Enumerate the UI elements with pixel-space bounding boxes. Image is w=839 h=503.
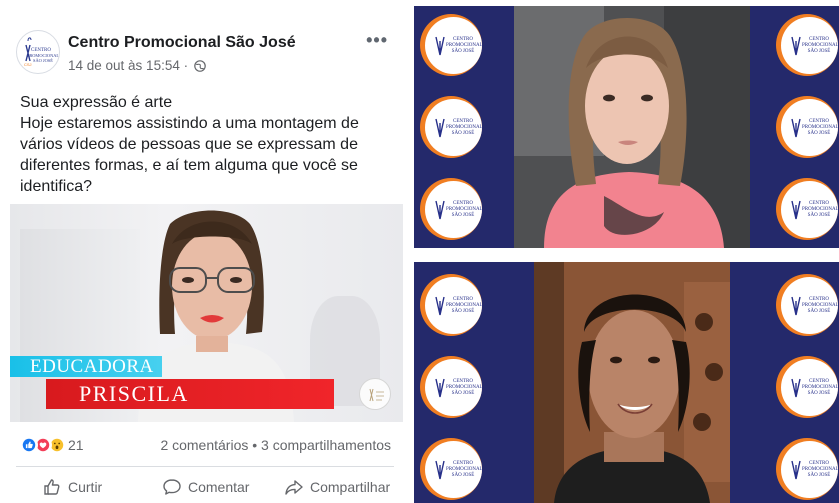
- like-label: Curtir: [68, 479, 103, 495]
- logo-text: CENTRO PROMOCIONAL SÃO JOSÉ: [446, 119, 483, 136]
- share-button[interactable]: Compartilhar: [284, 474, 390, 500]
- svg-text:SÃO JOSÉ: SÃO JOSÉ: [33, 58, 53, 63]
- logo-mark-icon: [791, 36, 801, 56]
- logo-badge: CENTRO PROMOCIONAL SÃO JOSÉ: [776, 178, 839, 240]
- logo-badge: CENTRO PROMOCIONAL SÃO JOSÉ: [776, 356, 839, 418]
- logo-mark-icon: [435, 36, 445, 56]
- post-text-paragraph: Hoje estaremos assistindo a uma montagem…: [20, 115, 359, 195]
- logo-mark-icon: [435, 378, 445, 398]
- timestamp-text: 14 de out às 15:54 ·: [68, 58, 189, 73]
- logo-badge: CENTRO PROMOCIONAL SÃO JOSÉ: [420, 14, 483, 76]
- logo-text: CENTRO PROMOCIONAL SÃO JOSÉ: [802, 461, 839, 478]
- comment-icon: [163, 479, 181, 495]
- logo-mark-icon: [435, 296, 445, 316]
- share-arrow-icon: [285, 480, 303, 495]
- svg-text:CSJ: CSJ: [24, 62, 32, 67]
- logo-text: CENTRO PROMOCIONAL SÃO JOSÉ: [446, 297, 483, 314]
- logo-mark-icon: [791, 460, 801, 480]
- logo-mark-icon: [791, 378, 801, 398]
- post-video[interactable]: EDUCADORA PRISCILA: [10, 204, 403, 422]
- logo-badge: CENTRO PROMOCIONAL SÃO JOSÉ: [776, 438, 839, 500]
- like-icon: [20, 436, 38, 454]
- logo-mark-icon: [435, 460, 445, 480]
- post-text-line: Sua expressão é arte: [20, 94, 173, 111]
- logo-text: CENTRO PROMOCIONAL SÃO JOSÉ: [802, 37, 839, 54]
- logo-mark-icon: [791, 200, 801, 220]
- logo-badge: CENTRO PROMOCIONAL SÃO JOSÉ: [420, 178, 483, 240]
- more-options-icon[interactable]: •••: [366, 30, 388, 51]
- post-timestamp[interactable]: 14 de out às 15:54 ·: [68, 58, 206, 73]
- logo-mark-icon: [435, 118, 445, 138]
- video-clip-top[interactable]: CENTRO PROMOCIONAL SÃO JOSÉ CENTRO PROMOCIO…: [414, 6, 839, 248]
- thumbs-up-icon: [44, 479, 60, 495]
- action-divider: [16, 466, 394, 467]
- logo-badge: CENTRO PROMOCIONAL SÃO JOSÉ: [776, 14, 839, 76]
- lower-third-name-band: PRISCILA: [46, 379, 334, 409]
- logo-badge: CENTRO PROMOCIONAL SÃO JOSÉ: [420, 274, 483, 336]
- logo-text: CENTRO PROMOCIONAL SÃO JOSÉ: [446, 379, 483, 396]
- globe-icon: [194, 60, 206, 72]
- logo-mark-icon: [791, 118, 801, 138]
- post-actions-bar: Curtir Comentar Compartilhar: [0, 470, 405, 503]
- logo-text: CENTRO PROMOCIONAL SÃO JOSÉ: [802, 201, 839, 218]
- logo-text: CENTRO PROMOCIONAL SÃO JOSÉ: [446, 201, 483, 218]
- clip-bottom-scene: [534, 262, 730, 503]
- lower-third-title: EDUCADORA: [30, 356, 154, 377]
- logo-badge: CENTRO PROMOCIONAL SÃO JOSÉ: [420, 356, 483, 418]
- video-clip-bottom[interactable]: CENTRO PROMOCIONAL SÃO JOSÉ CENTRO PROMOCIO…: [414, 262, 839, 503]
- logo-text: CENTRO PROMOCIONAL SÃO JOSÉ: [446, 461, 483, 478]
- logo-mark-icon: [435, 200, 445, 220]
- comment-button[interactable]: Comentar: [162, 474, 249, 500]
- logo-text: CENTRO PROMOCIONAL SÃO JOSÉ: [802, 297, 839, 314]
- watermark-icon: [369, 388, 384, 402]
- clip-bottom-person: [534, 262, 730, 503]
- reaction-count: 21: [68, 437, 84, 453]
- post-body: Sua expressão é arte Hoje estaremos assi…: [20, 92, 395, 197]
- page-avatar[interactable]: CENTRO PROMOCIONAL SÃO JOSÉ CSJ: [16, 30, 60, 74]
- lower-third-title-band: EDUCADORA: [10, 356, 162, 377]
- video-watermark-logo: [359, 378, 391, 410]
- logo-badge: CENTRO PROMOCIONAL SÃO JOSÉ: [420, 96, 483, 158]
- facebook-post: CENTRO PROMOCIONAL SÃO JOSÉ CSJ Centro P…: [0, 0, 405, 503]
- page-name[interactable]: Centro Promocional São José: [68, 34, 296, 52]
- logo-badge: CENTRO PROMOCIONAL SÃO JOSÉ: [420, 438, 483, 500]
- page-logo-icon: CENTRO PROMOCIONAL SÃO JOSÉ CSJ: [24, 37, 59, 67]
- comments-shares-summary[interactable]: 2 comentários • 3 compartilhamentos: [160, 437, 391, 453]
- logo-badge: CENTRO PROMOCIONAL SÃO JOSÉ: [776, 274, 839, 336]
- logo-text: CENTRO PROMOCIONAL SÃO JOSÉ: [802, 119, 839, 136]
- logo-text: CENTRO PROMOCIONAL SÃO JOSÉ: [446, 37, 483, 54]
- logo-badge: CENTRO PROMOCIONAL SÃO JOSÉ: [776, 96, 839, 158]
- clip-top-person: [514, 6, 750, 248]
- logo-mark-icon: [791, 296, 801, 316]
- like-button[interactable]: Curtir: [42, 474, 102, 500]
- comment-label: Comentar: [188, 479, 250, 495]
- lower-third-name: PRISCILA: [79, 381, 189, 406]
- post-header: CENTRO PROMOCIONAL SÃO JOSÉ CSJ Centro P…: [16, 30, 396, 80]
- share-label: Compartilhar: [310, 479, 391, 495]
- logo-text: CENTRO PROMOCIONAL SÃO JOSÉ: [802, 379, 839, 396]
- clip-top-scene: [514, 6, 750, 248]
